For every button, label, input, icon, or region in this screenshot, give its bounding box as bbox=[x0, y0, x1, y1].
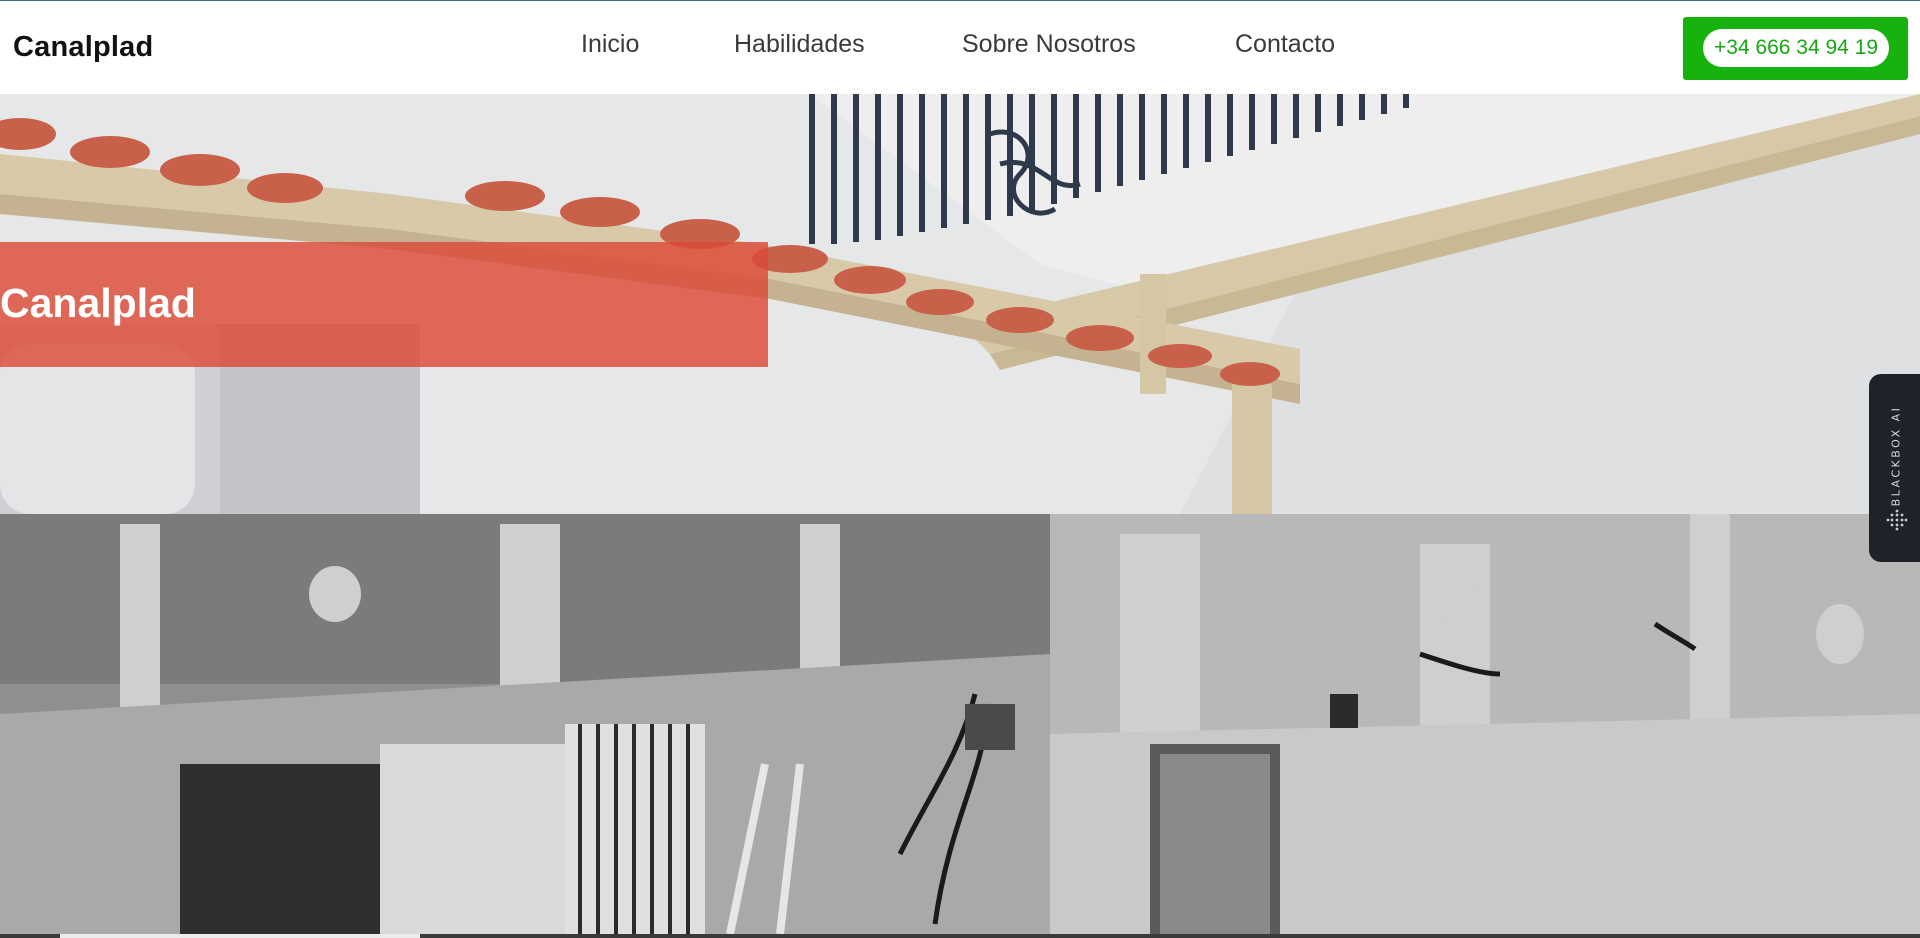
bottom-edge-strip bbox=[0, 934, 1920, 938]
phone-number-label: +34 666 34 94 19 bbox=[1703, 29, 1889, 67]
hero-title-banner: Canalplad bbox=[0, 242, 768, 367]
drywall-photo bbox=[0, 514, 1920, 934]
nav-item-inicio[interactable]: Inicio bbox=[581, 30, 639, 59]
hero-title: Canalplad bbox=[0, 280, 196, 326]
main-nav: Inicio Habilidades Sobre Nosotros Contac… bbox=[0, 30, 1920, 66]
nav-item-contacto[interactable]: Contacto bbox=[1235, 30, 1335, 59]
bottom-strip-highlight bbox=[60, 934, 420, 938]
dots-logo-icon bbox=[1886, 509, 1908, 531]
drywall-photo-section bbox=[0, 514, 1920, 934]
nav-item-habilidades[interactable]: Habilidades bbox=[734, 30, 865, 59]
hero-section: Canalplad bbox=[0, 94, 1920, 514]
nav-item-sobre-nosotros[interactable]: Sobre Nosotros bbox=[962, 30, 1136, 59]
site-header: Canalplad Inicio Habilidades Sobre Nosot… bbox=[0, 1, 1920, 94]
blackbox-ai-side-tab[interactable]: BLACKBOX AI bbox=[1869, 374, 1920, 562]
phone-call-button[interactable]: +34 666 34 94 19 bbox=[1683, 17, 1908, 80]
side-tab-label: BLACKBOX AI bbox=[1889, 405, 1903, 507]
